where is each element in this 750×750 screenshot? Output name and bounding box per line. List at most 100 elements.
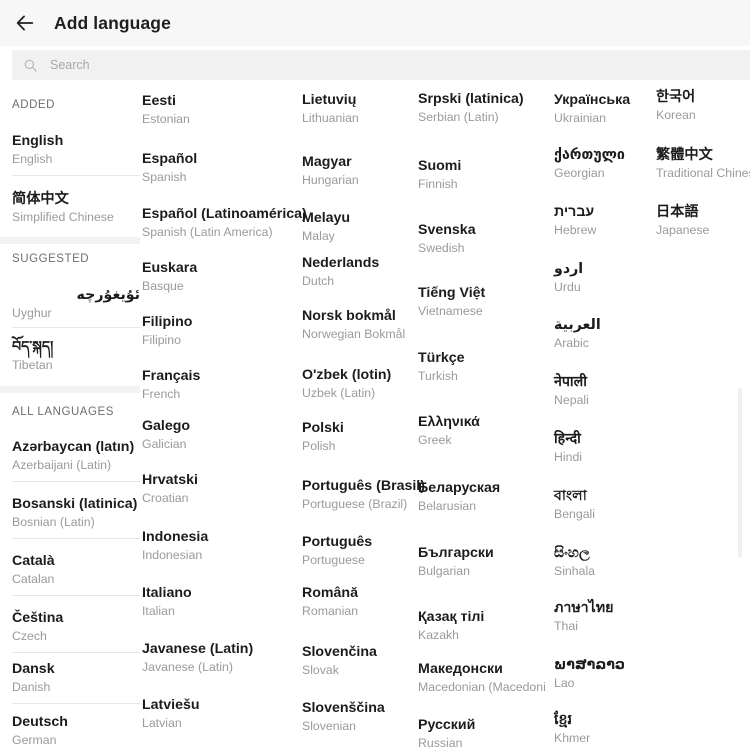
language-item[interactable]: Suomi Finnish <box>418 158 546 192</box>
language-english-name: Croatian <box>142 490 189 505</box>
language-item[interactable]: Dansk Danish <box>12 661 140 695</box>
section-separator-band <box>0 386 140 393</box>
language-item[interactable]: Filipino Filipino <box>142 314 292 348</box>
app-bar: Add language <box>0 0 750 46</box>
language-item[interactable]: Română Romanian <box>302 585 418 619</box>
language-item[interactable]: 日本語 Japanese <box>656 204 750 238</box>
language-native-name: Suomi <box>418 158 462 174</box>
language-native-name: Norsk bokmål <box>302 308 396 324</box>
language-item[interactable]: සිංහල Sinhala <box>554 545 648 579</box>
language-english-name: Serbian (Latin) <box>418 109 499 124</box>
language-item[interactable]: བོད་སྐད། Tibetan <box>12 339 140 373</box>
language-english-name: Ukrainian <box>554 110 606 125</box>
language-item[interactable]: Македонски Macedonian (Macedonia) <box>418 662 546 695</box>
language-english-name: Basque <box>142 278 184 293</box>
language-list[interactable]: ADDED English English 简体中文 Simplified Chines… <box>0 88 750 750</box>
language-item[interactable]: 繁體中文 Traditional Chinese <box>656 147 750 181</box>
language-item[interactable]: नेपाली Nepali <box>554 374 648 408</box>
language-english-name: Uzbek (Latin) <box>302 385 376 400</box>
language-item[interactable]: Javanese (Latin) Javanese (Latin) <box>142 641 292 675</box>
scrollbar-track[interactable] <box>738 88 746 750</box>
language-english-name: Indonesian <box>142 547 203 562</box>
language-item[interactable]: Ελληνικά Greek <box>418 414 546 448</box>
language-item[interactable]: Slovenščina Slovenian <box>302 700 418 734</box>
language-item[interactable]: Español (Latinoamérica) Spanish (Latin Am… <box>142 206 307 240</box>
language-native-name: বাংলা <box>554 488 587 504</box>
language-item[interactable]: Čeština Czech <box>12 610 140 644</box>
language-native-name: Ελληνικά <box>418 414 480 430</box>
language-item[interactable]: ئۇيغۇرچە Uyghur <box>12 287 140 321</box>
language-item[interactable]: Español Spanish <box>142 151 292 185</box>
language-item[interactable]: 한국어 Korean <box>656 89 750 123</box>
language-item[interactable]: Melayu Malay <box>302 210 418 244</box>
language-item[interactable]: 简体中文 Simplified Chinese <box>12 191 140 225</box>
language-english-name: Catalan <box>12 571 55 586</box>
search-input[interactable] <box>48 57 648 73</box>
language-item[interactable]: Tiếng Việt Vietnamese <box>418 285 546 319</box>
language-item[interactable]: O'zbek (lotin) Uzbek (Latin) <box>302 367 418 401</box>
language-native-name: English <box>12 133 64 149</box>
language-item[interactable]: हिन्दी Hindi <box>554 431 648 465</box>
language-item[interactable]: ພາສາລາວ Lao <box>554 657 648 691</box>
language-item[interactable]: বাংলা Bengali <box>554 488 648 522</box>
language-item[interactable]: Eesti Estonian <box>142 93 292 127</box>
language-native-name: Melayu <box>302 210 351 226</box>
language-item[interactable]: Deutsch German <box>12 714 140 748</box>
language-item[interactable]: Türkçe Turkish <box>418 350 546 384</box>
language-item[interactable]: Català Catalan <box>12 553 140 587</box>
language-english-name: Thai <box>554 618 578 633</box>
list-divider <box>12 175 140 176</box>
language-item[interactable]: עברית Hebrew <box>554 204 648 238</box>
language-item[interactable]: Українська Ukrainian <box>554 92 648 126</box>
language-item[interactable]: Português (Brasil) Portuguese (Brazil) <box>302 478 425 512</box>
list-divider <box>12 595 140 596</box>
language-item[interactable]: Hrvatski Croatian <box>142 472 292 506</box>
language-item[interactable]: ภาษาไทย Thai <box>554 600 648 634</box>
language-item[interactable]: Indonesia Indonesian <box>142 529 292 563</box>
language-english-name: Azerbaijani (Latin) <box>12 457 112 472</box>
language-item[interactable]: Galego Galician <box>142 418 292 452</box>
search-field-container[interactable] <box>12 50 750 80</box>
language-english-name: Hindi <box>554 449 583 464</box>
language-item[interactable]: Lietuvių Lithuanian <box>302 92 418 126</box>
language-item[interactable]: ქართული Georgian <box>554 147 648 181</box>
language-item[interactable]: العربية Arabic <box>554 317 648 351</box>
language-item[interactable]: ខ្មែរ Khmer <box>554 712 648 746</box>
language-item[interactable]: Bosanski (latinica) Bosnian (Latin) <box>12 496 140 530</box>
language-item[interactable]: Қазақ тілі Kazakh <box>418 609 546 643</box>
language-item[interactable]: اردو Urdu <box>554 261 648 295</box>
language-native-name: Galego <box>142 418 191 434</box>
language-english-name: Hungarian <box>302 172 359 187</box>
language-item[interactable]: Português Portuguese <box>302 534 418 568</box>
language-item[interactable]: Svenska Swedish <box>418 222 546 256</box>
language-item[interactable]: English English <box>12 133 140 167</box>
language-native-name: עברית <box>554 204 595 220</box>
language-native-name: Português <box>302 534 373 550</box>
language-item[interactable]: Русский Russian <box>418 717 546 750</box>
language-item[interactable]: Italiano Italian <box>142 585 292 619</box>
language-item[interactable]: Magyar Hungarian <box>302 154 418 188</box>
language-item[interactable]: Latviešu Latvian <box>142 697 292 731</box>
language-english-name: Nepali <box>554 392 589 407</box>
language-item[interactable]: Nederlands Dutch <box>302 255 418 289</box>
language-native-name: Türkçe <box>418 350 465 366</box>
language-item[interactable]: Беларуская Belarusian <box>418 480 546 514</box>
scrollbar-thumb[interactable] <box>738 388 742 558</box>
language-native-name: Español <box>142 151 198 167</box>
language-item[interactable]: Français French <box>142 368 292 402</box>
language-native-name: Italiano <box>142 585 192 601</box>
language-english-name: Javanese (Latin) <box>142 659 233 674</box>
language-item[interactable]: Srpski (latinica) Serbian (Latin) <box>418 91 546 125</box>
language-item[interactable]: Polski Polish <box>302 420 418 454</box>
language-english-name: Malay <box>302 228 335 243</box>
language-english-name: Bulgarian <box>418 563 470 578</box>
back-button[interactable] <box>8 6 42 40</box>
language-item[interactable]: Euskara Basque <box>142 260 292 294</box>
language-item[interactable]: Azərbaycan (latın) Azerbaijani (Latin) <box>12 439 140 473</box>
language-item[interactable]: Norsk bokmål Norwegian Bokmål <box>302 308 418 342</box>
language-item[interactable]: Slovenčina Slovak <box>302 644 418 678</box>
language-native-name: العربية <box>554 317 601 333</box>
language-native-name: ພາສາລາວ <box>554 657 625 673</box>
language-item[interactable]: Български Bulgarian <box>418 545 546 579</box>
language-native-name: ئۇيغۇرچە <box>76 287 140 303</box>
